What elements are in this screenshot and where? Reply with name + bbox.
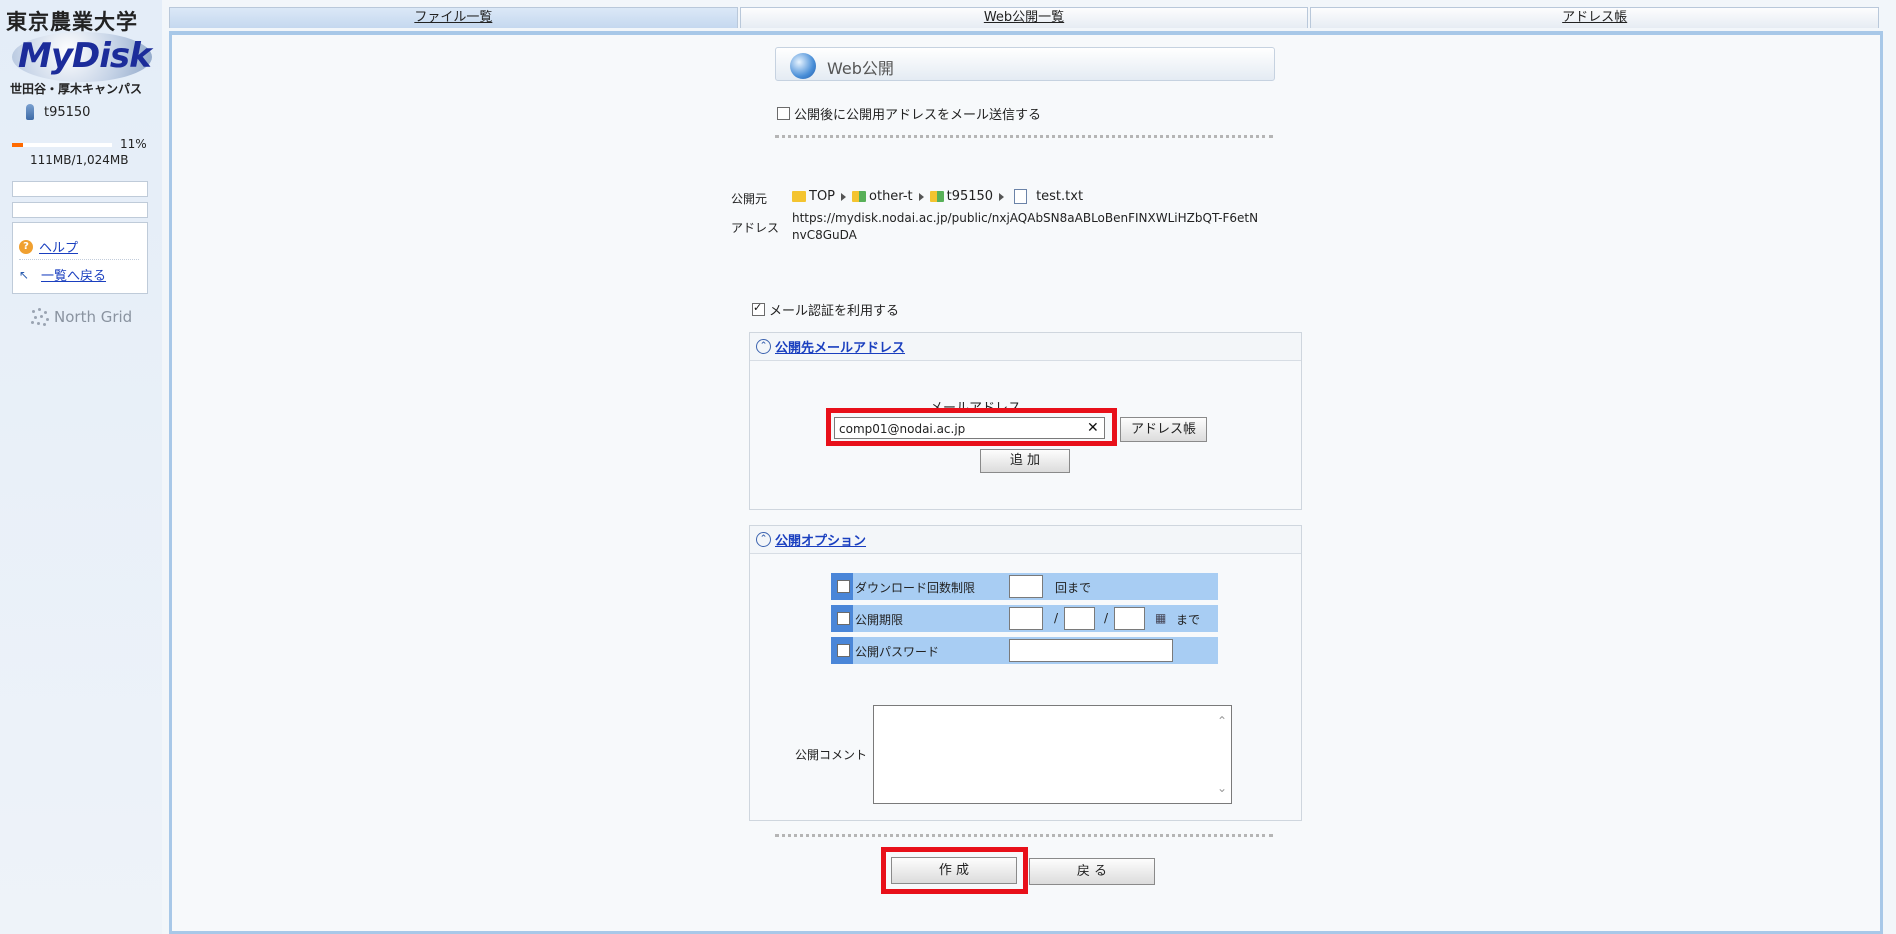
expiry-checkbox[interactable] — [837, 612, 850, 625]
sidebar: 東京農業大学 MyDisk 世田谷・厚木キャンパス t95150 11% 111… — [0, 0, 162, 934]
north-grid-text: North Grid — [54, 308, 133, 326]
download-limit-input[interactable] — [1009, 575, 1043, 598]
calendar-icon[interactable]: ▦ — [1155, 611, 1166, 625]
username: t95150 — [44, 104, 91, 120]
breadcrumb-top: TOP — [809, 189, 836, 204]
comment-label: 公開コメント — [795, 748, 868, 762]
expiry-month-input[interactable] — [1064, 607, 1095, 630]
user-info: t95150 — [26, 104, 90, 120]
shared-folder-icon — [929, 191, 944, 202]
help-icon: ? — [19, 239, 33, 254]
breadcrumb-arrow-icon — [918, 192, 924, 201]
mydisk-logo: 東京農業大学 MyDisk 世田谷・厚木キャンパス — [4, 6, 156, 96]
help-link[interactable]: ヘルプ — [39, 237, 78, 256]
quota-usage: 111MB/1,024MB — [30, 153, 129, 167]
password-checkbox[interactable] — [837, 644, 850, 657]
breadcrumb: TOP other-t t95150 test.txt — [792, 189, 1083, 204]
mail-send-checkbox[interactable] — [777, 107, 790, 120]
expiry-suffix: まで — [1176, 613, 1201, 627]
mail-send-label: 公開後に公開用アドレスをメール送信する — [794, 108, 1042, 123]
create-button[interactable]: 作 成 — [891, 857, 1017, 884]
address-book-button[interactable]: アドレス帳 — [1120, 417, 1207, 442]
download-limit-label: ダウンロード回数制限 — [855, 581, 976, 595]
mail-auth-label: メール認証を利用する — [769, 304, 900, 319]
quota-percent: 11% — [120, 137, 147, 151]
user-icon — [26, 104, 34, 120]
help-link-row[interactable]: ? ヘルプ — [19, 237, 78, 256]
date-separator: / — [1054, 611, 1059, 625]
download-limit-row: ダウンロード回数制限 回まで — [831, 573, 1218, 600]
expiry-row: 公開期限 / / ▦ まで — [831, 605, 1218, 632]
expiry-day-input[interactable] — [1114, 607, 1145, 630]
quota-bar — [12, 143, 112, 147]
download-limit-suffix: 回まで — [1055, 581, 1092, 595]
source-label: 公開元 — [731, 192, 768, 206]
breadcrumb-file: test.txt — [1036, 189, 1084, 204]
tab-file-list[interactable]: ファイル一覧 — [169, 7, 738, 28]
sidebar-empty-box-2 — [12, 202, 148, 218]
page-title-bar: Web公開 — [775, 47, 1275, 81]
breadcrumb-arrow-icon — [841, 192, 847, 201]
tab-web-publish-list[interactable]: Web公開一覧 — [739, 7, 1309, 28]
date-separator: / — [1104, 611, 1109, 625]
mail-address-section-link[interactable]: 公開先メールアドレス — [775, 337, 905, 356]
sidebar-links: ? ヘルプ ↖ 一覧へ戻る — [12, 222, 148, 294]
password-row: 公開パスワード — [831, 637, 1218, 664]
mail-auth-option: メール認証を利用する — [752, 300, 899, 319]
divider — [19, 259, 139, 260]
publish-options-section-link[interactable]: 公開オプション — [775, 530, 866, 549]
password-input[interactable] — [1009, 639, 1173, 662]
mail-address-section-header[interactable]: ⌃ 公開先メールアドレス — [750, 333, 1301, 361]
main-tabs: ファイル一覧 Web公開一覧 アドレス帳 — [169, 7, 1881, 29]
logo-title: MyDisk — [18, 36, 152, 76]
breadcrumb-other-t: other-t — [869, 189, 913, 204]
scroll-down-icon[interactable]: ⌄ — [1217, 781, 1227, 795]
page-title: Web公開 — [827, 59, 894, 78]
folder-icon — [792, 191, 806, 202]
expiry-year-input[interactable] — [1009, 607, 1043, 630]
back-to-list-link[interactable]: 一覧へ戻る — [41, 265, 106, 284]
back-arrow-icon: ↖ — [19, 267, 30, 282]
download-limit-checkbox[interactable] — [837, 580, 850, 593]
breadcrumb-arrow-icon — [999, 192, 1005, 201]
north-grid-icon — [30, 308, 50, 326]
north-grid-logo: North Grid — [30, 308, 132, 326]
text-file-icon — [1014, 189, 1028, 204]
clear-icon[interactable]: ✕ — [1087, 419, 1099, 437]
back-button[interactable]: 戻 る — [1029, 858, 1155, 885]
scroll-up-icon[interactable]: ⌃ — [1217, 714, 1227, 728]
email-input[interactable]: comp01@nodai.ac.jp — [834, 417, 1105, 439]
globe-icon — [790, 53, 816, 79]
publish-options-section-header[interactable]: ⌃ 公開オプション — [750, 526, 1301, 554]
expiry-label: 公開期限 — [855, 613, 904, 627]
mail-send-option: 公開後に公開用アドレスをメール送信する — [777, 104, 1041, 123]
logo-campus: 世田谷・厚木キャンパス — [10, 82, 143, 96]
dotted-divider-top — [775, 135, 1273, 138]
mail-auth-checkbox[interactable] — [752, 301, 765, 316]
logo-university: 東京農業大学 — [6, 9, 138, 34]
tab-address-book[interactable]: アドレス帳 — [1310, 7, 1880, 28]
collapse-icon[interactable]: ⌃ — [756, 532, 771, 547]
comment-textarea[interactable]: ⌃ ⌄ — [873, 705, 1232, 804]
sidebar-empty-box-1 — [12, 181, 148, 197]
password-label: 公開パスワード — [855, 645, 940, 659]
collapse-icon[interactable]: ⌃ — [756, 339, 771, 354]
shared-folder-icon — [852, 191, 867, 202]
address-label: アドレス — [731, 221, 780, 235]
breadcrumb-t95150: t95150 — [946, 189, 994, 204]
dotted-divider-bottom — [775, 834, 1273, 837]
public-url: https://mydisk.nodai.ac.jp/public/nxjAQA… — [792, 211, 1259, 242]
quota-bar-fill — [12, 143, 23, 147]
back-link-row[interactable]: ↖ 一覧へ戻る — [19, 265, 106, 285]
add-button[interactable]: 追 加 — [980, 449, 1070, 473]
